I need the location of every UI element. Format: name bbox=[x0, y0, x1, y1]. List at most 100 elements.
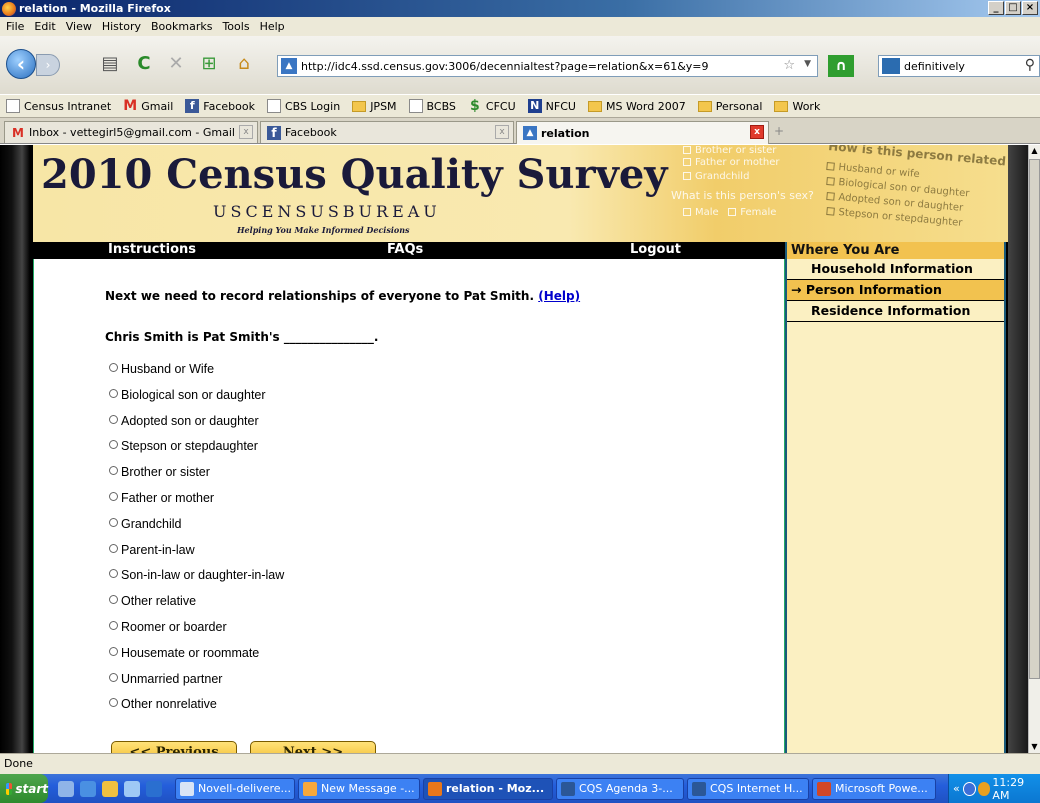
relationship-option[interactable]: Unmarried partner bbox=[109, 672, 284, 698]
relationship-option[interactable]: Other nonrelative bbox=[109, 697, 284, 723]
taskbar-button[interactable]: relation - Moz... bbox=[423, 777, 553, 800]
ie-icon[interactable] bbox=[146, 780, 162, 797]
relationship-option[interactable]: Parent-in-law bbox=[109, 543, 284, 569]
tab-facebook[interactable]: f Facebook x bbox=[260, 121, 514, 143]
scroll-down-icon[interactable]: ▼ bbox=[1029, 741, 1040, 753]
clock: 11:29 AM bbox=[992, 775, 1025, 802]
radio-button[interactable] bbox=[109, 440, 118, 450]
show-desktop-icon[interactable] bbox=[58, 780, 74, 797]
start-button[interactable]: start bbox=[0, 774, 48, 803]
relationship-option[interactable]: Biological son or daughter bbox=[109, 388, 284, 414]
scroll-thumb[interactable] bbox=[1029, 159, 1040, 679]
bookmark-item[interactable]: N NFCU bbox=[527, 99, 576, 113]
sidebar-item-household[interactable]: Household Information bbox=[787, 259, 1004, 280]
quick-launch-icon[interactable] bbox=[102, 780, 118, 797]
tab-gmail[interactable]: M Inbox - vettegirl5@gmail.com - Gmail x bbox=[4, 121, 258, 143]
maximize-button[interactable]: □ bbox=[1005, 1, 1021, 15]
search-icon[interactable]: ⚲ bbox=[1025, 57, 1035, 73]
address-bar[interactable]: ▲ http://idc4.ssd.census.gov:3006/decenn… bbox=[277, 55, 818, 77]
bookmark-item[interactable]: MS Word 2007 bbox=[587, 100, 686, 113]
bookmark-item[interactable]: CBS Login bbox=[266, 99, 340, 113]
minimize-button[interactable]: _ bbox=[988, 1, 1004, 15]
radio-button[interactable] bbox=[109, 466, 118, 476]
radio-button[interactable] bbox=[109, 595, 118, 605]
print-icon[interactable]: ▤ bbox=[100, 54, 120, 74]
relationship-options: Husband or Wife Biological son or daughte… bbox=[109, 362, 284, 723]
tab-close-icon[interactable]: x bbox=[750, 125, 764, 139]
menu-help[interactable]: Help bbox=[260, 20, 285, 33]
taskbar-button[interactable]: Novell-delivere... bbox=[175, 777, 295, 800]
sidebar-item-residence[interactable]: Residence Information bbox=[787, 301, 1004, 322]
tab-close-icon[interactable]: x bbox=[239, 125, 253, 139]
bookmark-item[interactable]: M Gmail bbox=[123, 99, 173, 113]
reload-icon[interactable]: C bbox=[134, 54, 154, 74]
tab-close-icon[interactable]: x bbox=[495, 125, 509, 139]
addon-icon[interactable]: ∩ bbox=[828, 55, 854, 77]
new-tab-icon[interactable]: ⊞ bbox=[199, 54, 219, 74]
tray-icon[interactable] bbox=[977, 781, 991, 796]
taskbar-button[interactable]: CQS Agenda 3-... bbox=[556, 777, 684, 800]
radio-button[interactable] bbox=[109, 698, 118, 708]
menu-bookmarks[interactable]: Bookmarks bbox=[151, 20, 212, 33]
menu-history[interactable]: History bbox=[102, 20, 141, 33]
relationship-option[interactable]: Father or mother bbox=[109, 491, 284, 517]
relationship-option[interactable]: Other relative bbox=[109, 594, 284, 620]
radio-button[interactable] bbox=[109, 620, 118, 630]
bookmark-item[interactable]: Census Intranet bbox=[6, 99, 111, 113]
taskbar-button[interactable]: Microsoft Powe... bbox=[812, 777, 936, 800]
relationship-option[interactable]: Grandchild bbox=[109, 517, 284, 543]
scroll-up-icon[interactable]: ▲ bbox=[1029, 145, 1040, 157]
relationship-option[interactable]: Stepson or stepdaughter bbox=[109, 439, 284, 465]
menu-file[interactable]: File bbox=[6, 20, 24, 33]
bookmark-item[interactable]: JPSM bbox=[352, 100, 397, 113]
tray-expand-icon[interactable]: « bbox=[953, 782, 960, 795]
census-site-icon: ▲ bbox=[523, 126, 537, 140]
menu-edit[interactable]: Edit bbox=[34, 20, 55, 33]
radio-button[interactable] bbox=[109, 543, 118, 553]
radio-button[interactable] bbox=[109, 517, 118, 527]
back-button[interactable]: ‹ bbox=[6, 49, 36, 79]
relationship-option[interactable]: Roomer or boarder bbox=[109, 620, 284, 646]
taskbar-button[interactable]: New Message -... bbox=[298, 777, 420, 800]
relationship-option[interactable]: Housemate or roommate bbox=[109, 646, 284, 672]
relationship-option[interactable]: Husband or Wife bbox=[109, 362, 284, 388]
help-link[interactable]: (Help) bbox=[538, 289, 580, 303]
tab-relation[interactable]: ▲ relation x bbox=[516, 121, 769, 144]
quick-launch-icon[interactable] bbox=[80, 780, 96, 797]
menu-tools[interactable]: Tools bbox=[222, 20, 249, 33]
bookmark-item[interactable]: Personal bbox=[697, 100, 762, 113]
bookmark-item[interactable]: BCBS bbox=[408, 99, 456, 113]
close-button[interactable]: × bbox=[1022, 1, 1038, 15]
stop-icon[interactable]: ✕ bbox=[166, 54, 186, 74]
forward-button[interactable]: › bbox=[36, 54, 60, 76]
radio-button[interactable] bbox=[109, 363, 118, 372]
quick-launch-icon[interactable] bbox=[124, 780, 140, 797]
search-engine-icon[interactable] bbox=[882, 58, 900, 74]
bookmark-item[interactable]: f Facebook bbox=[185, 99, 255, 113]
radio-button[interactable] bbox=[109, 672, 118, 682]
faqs-link[interactable]: FAQs bbox=[387, 242, 423, 257]
radio-button[interactable] bbox=[109, 388, 118, 398]
taskbar-button[interactable]: CQS Internet H... bbox=[687, 777, 809, 800]
menu-view[interactable]: View bbox=[66, 20, 92, 33]
survey-banner: 2010 Census Quality Survey USCENSUSBUREA… bbox=[33, 145, 1008, 242]
search-input[interactable]: definitively ⚲ bbox=[878, 55, 1040, 77]
bookmark-item[interactable]: $ CFCU bbox=[468, 99, 516, 113]
logout-link[interactable]: Logout bbox=[630, 242, 681, 257]
radio-button[interactable] bbox=[109, 646, 118, 656]
bookmark-item[interactable]: Work bbox=[774, 100, 820, 113]
instructions-link[interactable]: Instructions bbox=[108, 242, 196, 257]
radio-button[interactable] bbox=[109, 569, 118, 579]
sidebar-item-person[interactable]: → Person Information bbox=[787, 280, 1004, 301]
radio-button[interactable] bbox=[109, 414, 118, 424]
relationship-option[interactable]: Brother or sister bbox=[109, 465, 284, 491]
address-dropdown-icon[interactable]: ▼ bbox=[804, 59, 811, 69]
home-icon[interactable]: ⌂ bbox=[234, 54, 254, 74]
radio-button[interactable] bbox=[109, 491, 118, 501]
bookmark-star-icon[interactable]: ☆ bbox=[783, 58, 795, 73]
new-tab-button[interactable]: + bbox=[774, 124, 784, 138]
relationship-option[interactable]: Adopted son or daughter bbox=[109, 414, 284, 440]
relationship-option[interactable]: Son-in-law or daughter-in-law bbox=[109, 568, 284, 594]
tray-icon[interactable] bbox=[962, 781, 976, 796]
page-scrollbar[interactable]: ▲ ▼ bbox=[1028, 145, 1040, 753]
